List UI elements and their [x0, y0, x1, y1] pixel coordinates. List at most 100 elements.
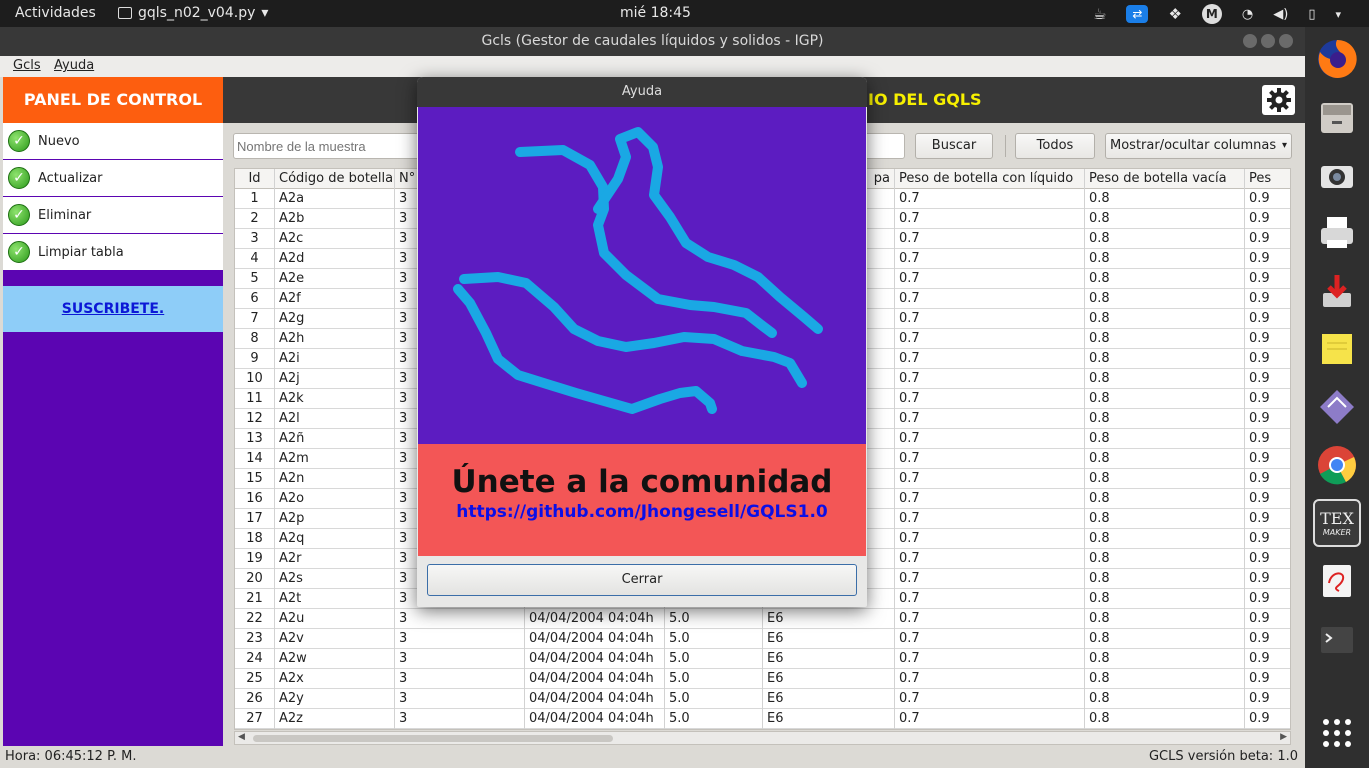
cell-id[interactable]: 19 — [235, 549, 275, 569]
table-row[interactable]: 26 A2y 3 04/04/2004 04:04h 5.0 E6 0.7 0.8 0.9 — [235, 689, 1290, 709]
cell-bottle-with-liquid[interactable]: 0.7 — [895, 449, 1085, 469]
minimize-button[interactable] — [1243, 34, 1257, 48]
cell-number[interactable]: 3 — [395, 669, 525, 689]
table-row[interactable]: 22 A2u 3 04/04/2004 04:04h 5.0 E6 0.7 0.8 0.9 — [235, 609, 1290, 629]
cell-empty-bottle[interactable]: 0.8 — [1085, 569, 1245, 589]
cell-weight[interactable]: 0.9 — [1245, 609, 1290, 629]
cell-weight[interactable]: 0.9 — [1245, 449, 1290, 469]
cell-weight[interactable]: 0.9 — [1245, 369, 1290, 389]
cell-value[interactable]: 5.0 — [665, 709, 763, 729]
cell-empty-bottle[interactable]: 0.8 — [1085, 529, 1245, 549]
cell-bottle-code[interactable]: A2k — [275, 389, 395, 409]
cell-date[interactable]: 04/04/2004 04:04h — [525, 689, 665, 709]
cell-id[interactable]: 9 — [235, 349, 275, 369]
cell-bottle-code[interactable]: A2j — [275, 369, 395, 389]
cell-bottle-code[interactable]: A2y — [275, 689, 395, 709]
cell-bottle-with-liquid[interactable]: 0.7 — [895, 649, 1085, 669]
scrollbar-thumb[interactable] — [253, 735, 613, 742]
cell-weight[interactable]: 0.9 — [1245, 329, 1290, 349]
cell-date[interactable]: 04/04/2004 04:04h — [525, 649, 665, 669]
cell-bottle-code[interactable]: A2a — [275, 189, 395, 209]
cell-bottle-code[interactable]: A2c — [275, 229, 395, 249]
cell-number[interactable]: 3 — [395, 709, 525, 729]
cell-stage[interactable]: E6 — [763, 689, 895, 709]
cell-id[interactable]: 26 — [235, 689, 275, 709]
clock[interactable]: mié 18:45 — [620, 5, 691, 21]
cell-id[interactable]: 3 — [235, 229, 275, 249]
cell-bottle-with-liquid[interactable]: 0.7 — [895, 289, 1085, 309]
cell-weight[interactable]: 0.9 — [1245, 309, 1290, 329]
cell-id[interactable]: 1 — [235, 189, 275, 209]
cell-id[interactable]: 6 — [235, 289, 275, 309]
cell-empty-bottle[interactable]: 0.8 — [1085, 509, 1245, 529]
cell-bottle-code[interactable]: A2o — [275, 489, 395, 509]
installer-icon[interactable] — [1313, 267, 1361, 315]
cell-date[interactable]: 04/04/2004 04:04h — [525, 609, 665, 629]
cell-weight[interactable]: 0.9 — [1245, 469, 1290, 489]
subscribe-link[interactable]: SUSCRIBETE. — [62, 301, 164, 317]
file-manager-icon[interactable] — [1313, 93, 1361, 141]
cell-bottle-code[interactable]: A2m — [275, 449, 395, 469]
cell-value[interactable]: 5.0 — [665, 669, 763, 689]
cell-empty-bottle[interactable]: 0.8 — [1085, 249, 1245, 269]
cell-bottle-with-liquid[interactable]: 0.7 — [895, 329, 1085, 349]
cell-bottle-code[interactable]: A2u — [275, 609, 395, 629]
firefox-icon[interactable] — [1313, 35, 1361, 83]
cell-bottle-with-liquid[interactable]: 0.7 — [895, 349, 1085, 369]
show-all-button[interactable]: Todos — [1015, 133, 1095, 159]
cell-bottle-code[interactable]: A2h — [275, 329, 395, 349]
table-row[interactable]: 24 A2w 3 04/04/2004 04:04h 5.0 E6 0.7 0.8 0.9 — [235, 649, 1290, 669]
update-button[interactable]: ✓ Actualizar — [3, 160, 223, 197]
cell-number[interactable]: 3 — [395, 649, 525, 669]
table-row[interactable]: 25 A2x 3 04/04/2004 04:04h 5.0 E6 0.7 0.8 0.9 — [235, 669, 1290, 689]
camera-icon[interactable] — [1313, 151, 1361, 199]
cell-weight[interactable]: 0.9 — [1245, 589, 1290, 609]
cell-empty-bottle[interactable]: 0.8 — [1085, 649, 1245, 669]
cell-bottle-with-liquid[interactable]: 0.7 — [895, 589, 1085, 609]
cell-id[interactable]: 16 — [235, 489, 275, 509]
cell-bottle-with-liquid[interactable]: 0.7 — [895, 629, 1085, 649]
cell-bottle-code[interactable]: A2r — [275, 549, 395, 569]
cell-empty-bottle[interactable]: 0.8 — [1085, 469, 1245, 489]
cell-bottle-with-liquid[interactable]: 0.7 — [895, 509, 1085, 529]
cell-bottle-with-liquid[interactable]: 0.7 — [895, 669, 1085, 689]
teamviewer-icon[interactable]: ⇄ — [1126, 5, 1149, 23]
cell-weight[interactable]: 0.9 — [1245, 349, 1290, 369]
cell-empty-bottle[interactable]: 0.8 — [1085, 609, 1245, 629]
cell-bottle-code[interactable]: A2w — [275, 649, 395, 669]
cell-bottle-code[interactable]: A2e — [275, 269, 395, 289]
cell-value[interactable]: 5.0 — [665, 609, 763, 629]
cell-bottle-with-liquid[interactable]: 0.7 — [895, 429, 1085, 449]
cell-id[interactable]: 18 — [235, 529, 275, 549]
cell-empty-bottle[interactable]: 0.8 — [1085, 449, 1245, 469]
cell-empty-bottle[interactable]: 0.8 — [1085, 549, 1245, 569]
dropbox-icon[interactable]: ❖ — [1168, 5, 1181, 23]
cell-bottle-with-liquid[interactable]: 0.7 — [895, 469, 1085, 489]
new-button[interactable]: ✓ Nuevo — [3, 123, 223, 160]
cell-bottle-code[interactable]: A2g — [275, 309, 395, 329]
cell-bottle-with-liquid[interactable]: 0.7 — [895, 309, 1085, 329]
cell-empty-bottle[interactable]: 0.8 — [1085, 429, 1245, 449]
cell-id[interactable]: 14 — [235, 449, 275, 469]
cell-empty-bottle[interactable]: 0.8 — [1085, 189, 1245, 209]
settings-button[interactable] — [1262, 85, 1295, 115]
cell-id[interactable]: 24 — [235, 649, 275, 669]
search-button[interactable]: Buscar — [915, 133, 993, 159]
cell-weight[interactable]: 0.9 — [1245, 429, 1290, 449]
cell-bottle-with-liquid[interactable]: 0.7 — [895, 189, 1085, 209]
cell-bottle-code[interactable]: A2f — [275, 289, 395, 309]
cell-empty-bottle[interactable]: 0.8 — [1085, 409, 1245, 429]
cell-empty-bottle[interactable]: 0.8 — [1085, 689, 1245, 709]
columns-toggle-dropdown[interactable]: Mostrar/ocultar columnas ▾ — [1105, 133, 1292, 159]
cell-id[interactable]: 23 — [235, 629, 275, 649]
cell-weight[interactable]: 0.9 — [1245, 389, 1290, 409]
scroll-left-icon[interactable]: ◀ — [238, 732, 245, 742]
cell-bottle-code[interactable]: A2z — [275, 709, 395, 729]
coffee-icon[interactable]: ☕ — [1093, 5, 1106, 23]
table-row[interactable]: 23 A2v 3 04/04/2004 04:04h 5.0 E6 0.7 0.8 0.9 — [235, 629, 1290, 649]
close-button[interactable]: Cerrar — [427, 564, 857, 596]
cell-empty-bottle[interactable]: 0.8 — [1085, 209, 1245, 229]
cell-bottle-code[interactable]: A2l — [275, 409, 395, 429]
cell-bottle-with-liquid[interactable]: 0.7 — [895, 489, 1085, 509]
cell-bottle-with-liquid[interactable]: 0.7 — [895, 369, 1085, 389]
